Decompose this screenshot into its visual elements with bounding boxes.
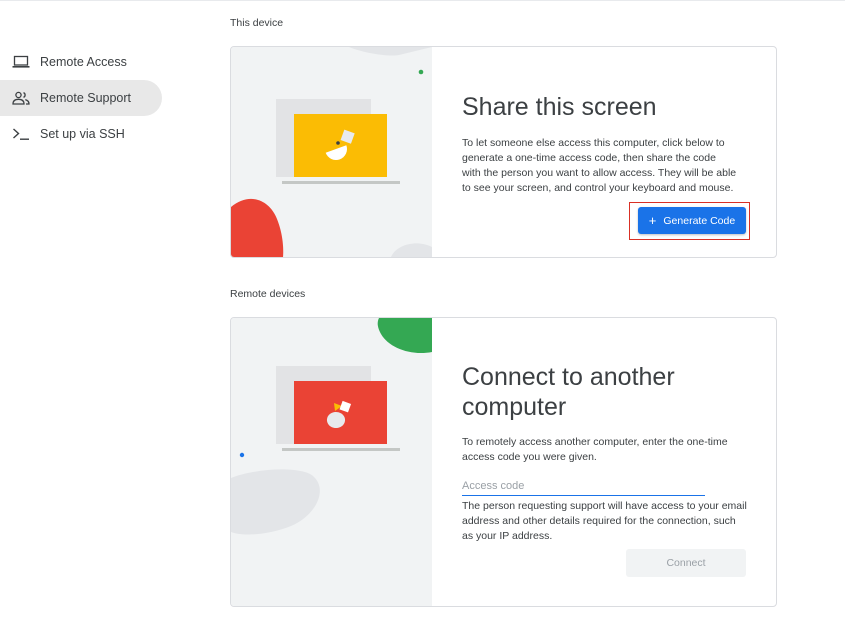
sidebar-item-ssh[interactable]: Set up via SSH xyxy=(0,116,162,152)
connect-title-line1: Connect to another xyxy=(462,363,675,391)
top-divider xyxy=(0,0,845,1)
sidebar-item-label: Remote Access xyxy=(40,55,127,69)
share-screen-card: Share this screen To let someone else ac… xyxy=(230,46,777,258)
share-description: To let someone else access this computer… xyxy=(462,137,737,194)
connect-card: Connect to another computer To remotely … xyxy=(230,317,777,607)
sidebar-item-remote-support[interactable]: Remote Support xyxy=(0,80,162,116)
connect-button[interactable]: Connect xyxy=(626,549,746,577)
generate-code-button[interactable]: + Generate Code xyxy=(638,207,746,234)
section-label-this-device: This device xyxy=(230,17,284,29)
sidebar: Remote Access Remote Support Set up via … xyxy=(0,44,170,152)
sidebar-item-remote-access[interactable]: Remote Access xyxy=(0,44,162,80)
people-icon xyxy=(11,90,31,106)
sidebar-item-label: Set up via SSH xyxy=(40,127,125,141)
connect-title: Connect to another computer xyxy=(462,362,675,422)
access-code-input[interactable] xyxy=(462,478,705,496)
privacy-note: The person requesting support will have … xyxy=(462,500,747,542)
connect-illustration xyxy=(231,318,432,606)
connect-description: To remotely access another computer, ent… xyxy=(462,436,728,463)
share-illustration xyxy=(231,47,432,257)
laptop-icon xyxy=(11,54,31,70)
section-label-remote-devices: Remote devices xyxy=(230,288,306,300)
sidebar-item-label: Remote Support xyxy=(40,91,132,105)
share-title: Share this screen xyxy=(462,93,657,121)
connect-title-line2: computer xyxy=(462,393,567,421)
generate-code-label: Generate Code xyxy=(663,214,736,227)
terminal-icon xyxy=(11,126,31,142)
plus-icon: + xyxy=(648,213,657,228)
